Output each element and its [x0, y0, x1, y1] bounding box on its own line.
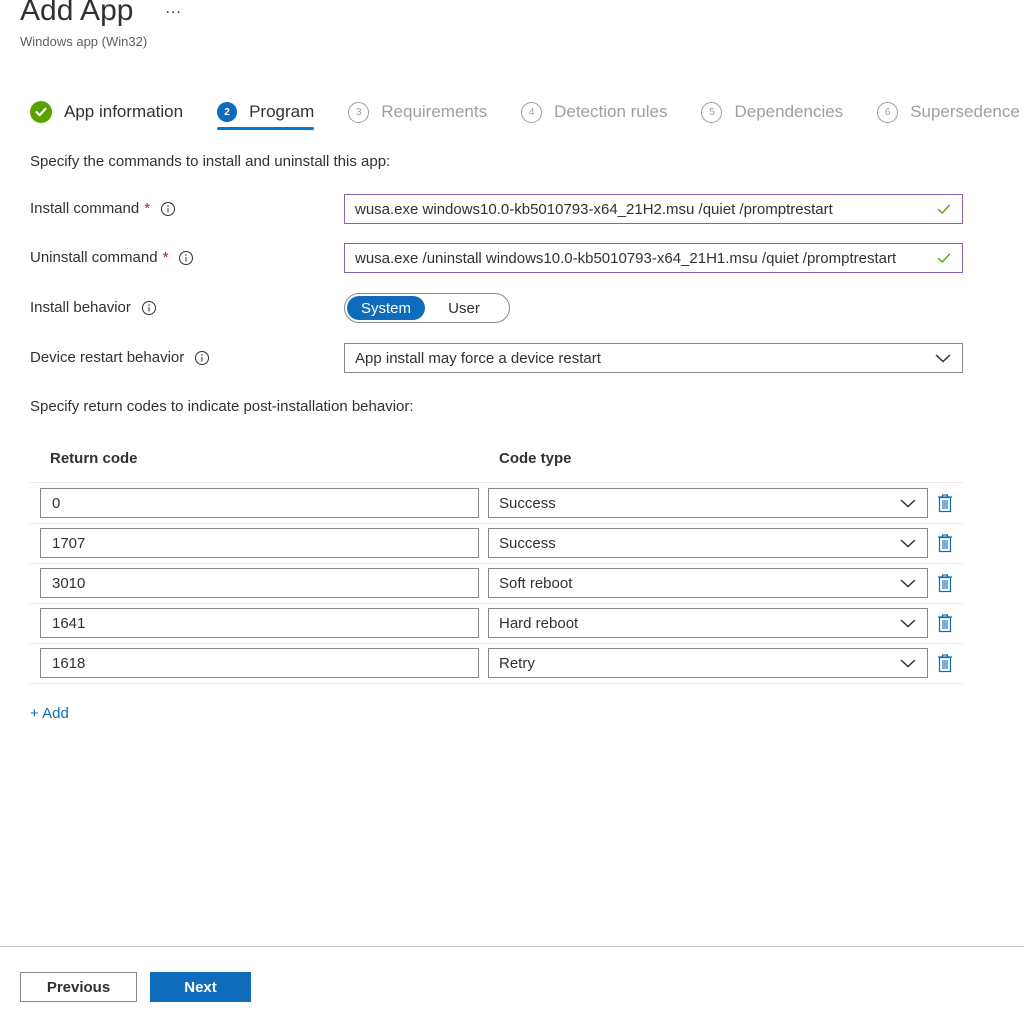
next-button[interactable]: Next — [150, 972, 251, 1002]
wizard-steps: App information 2 Program 3 Requirements… — [30, 98, 1024, 130]
info-icon[interactable] — [141, 300, 157, 316]
code-type-value: Success — [499, 494, 556, 512]
install-behavior-option-system[interactable]: System — [347, 296, 425, 320]
code-type-value: Retry — [499, 654, 535, 672]
valid-check-icon — [936, 201, 952, 217]
device-restart-label: Device restart behavior — [30, 349, 185, 366]
return-code-input[interactable]: 1618 — [40, 648, 479, 678]
step-number-icon: 3 — [348, 101, 370, 123]
return-code-column-header: Return code — [50, 450, 138, 467]
row-divider — [30, 523, 963, 524]
return-code-input[interactable]: 3010 — [40, 568, 479, 598]
chevron-down-icon — [934, 352, 952, 364]
row-divider — [30, 482, 963, 483]
step-label: Supersedence — [910, 102, 1020, 121]
return-codes-intro: Specify return codes to indicate post-in… — [30, 398, 414, 415]
step-label: Dependencies — [734, 102, 844, 121]
step-number-icon: 2 — [217, 102, 238, 122]
step-number-icon: 6 — [877, 101, 899, 123]
step-label: Requirements — [381, 102, 488, 121]
chevron-down-icon — [899, 497, 917, 509]
code-type-dropdown[interactable]: Hard reboot — [488, 608, 928, 638]
code-type-dropdown[interactable]: Success — [488, 488, 928, 518]
step-label: Program — [249, 102, 315, 121]
row-divider — [30, 643, 963, 644]
required-marker: * — [162, 249, 169, 266]
delete-row-icon[interactable] — [935, 652, 955, 674]
install-behavior-toggle[interactable]: System User — [344, 293, 510, 323]
page-subtitle: Windows app (Win32) — [20, 34, 148, 49]
row-divider — [30, 683, 963, 684]
checkmark-circle-icon — [30, 101, 52, 123]
uninstall-command-input[interactable]: wusa.exe /uninstall windows10.0-kb501079… — [344, 243, 963, 273]
row-divider — [30, 603, 963, 604]
delete-row-icon[interactable] — [935, 532, 955, 554]
chevron-down-icon — [899, 577, 917, 589]
step-number-icon: 5 — [701, 101, 723, 123]
info-icon[interactable] — [178, 250, 194, 266]
return-code-input[interactable]: 1707 — [40, 528, 479, 558]
return-code-input[interactable]: 1641 — [40, 608, 479, 638]
delete-row-icon[interactable] — [935, 572, 955, 594]
code-type-value: Hard reboot — [499, 614, 579, 632]
install-behavior-label-row: Install behavior — [30, 299, 157, 316]
footer-divider — [0, 946, 1024, 947]
delete-row-icon[interactable] — [935, 492, 955, 514]
more-options-icon[interactable]: ... — [165, 0, 181, 19]
previous-button[interactable]: Previous — [20, 972, 137, 1002]
required-marker: * — [144, 200, 151, 217]
uninstall-command-label-row: Uninstall command * — [30, 249, 194, 266]
step-dependencies[interactable]: 5 Dependencies — [701, 98, 843, 126]
delete-row-icon[interactable] — [935, 612, 955, 634]
install-command-label: Install command — [30, 200, 140, 217]
row-divider — [30, 563, 963, 564]
info-icon[interactable] — [194, 350, 210, 366]
add-return-code-link[interactable]: + Add — [30, 705, 69, 722]
install-behavior-option-user[interactable]: User — [425, 296, 503, 320]
install-command-label-row: Install command * — [30, 200, 176, 217]
page-header: Add App ... Windows app (Win32) — [20, 0, 182, 49]
info-icon[interactable] — [160, 201, 176, 217]
step-number-icon: 4 — [521, 101, 543, 123]
step-label: App information — [64, 102, 184, 121]
install-behavior-label: Install behavior — [30, 299, 131, 316]
step-detection-rules[interactable]: 4 Detection rules — [521, 98, 667, 126]
code-type-value: Success — [499, 534, 556, 552]
return-code-input[interactable]: 0 — [40, 488, 479, 518]
chevron-down-icon — [899, 617, 917, 629]
uninstall-command-label: Uninstall command — [30, 249, 158, 266]
step-label: Detection rules — [554, 102, 668, 121]
code-type-dropdown[interactable]: Success — [488, 528, 928, 558]
code-type-column-header: Code type — [499, 450, 572, 467]
chevron-down-icon — [899, 537, 917, 549]
step-program[interactable]: 2 Program — [217, 98, 315, 130]
page-title: Add App — [20, 0, 134, 27]
code-type-dropdown[interactable]: Soft reboot — [488, 568, 928, 598]
step-app-information[interactable]: App information — [30, 98, 183, 126]
chevron-down-icon — [899, 657, 917, 669]
device-restart-value: App install may force a device restart — [355, 349, 601, 367]
code-type-dropdown[interactable]: Retry — [488, 648, 928, 678]
uninstall-command-value: wusa.exe /uninstall windows10.0-kb501079… — [355, 249, 897, 267]
device-restart-dropdown[interactable]: App install may force a device restart — [344, 343, 963, 373]
install-command-input[interactable]: wusa.exe windows10.0-kb5010793-x64_21H2.… — [344, 194, 963, 224]
device-restart-label-row: Device restart behavior — [30, 349, 210, 366]
install-command-value: wusa.exe windows10.0-kb5010793-x64_21H2.… — [355, 200, 833, 218]
commands-intro: Specify the commands to install and unin… — [30, 153, 391, 170]
valid-check-icon — [936, 250, 952, 266]
step-requirements[interactable]: 3 Requirements — [348, 98, 487, 126]
code-type-value: Soft reboot — [499, 574, 573, 592]
step-supersedence[interactable]: 6 Supersedence — [877, 98, 1020, 126]
